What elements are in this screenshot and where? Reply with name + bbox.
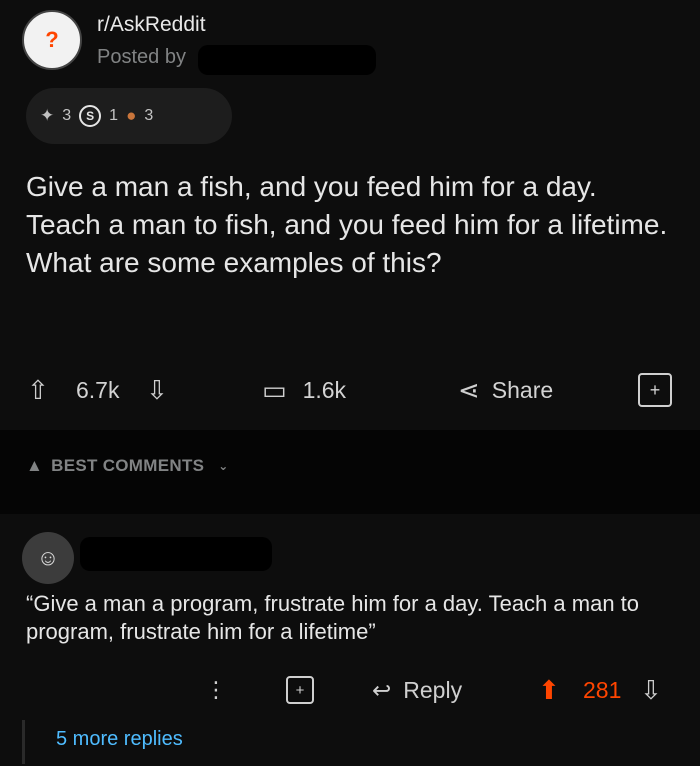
post-actions: ⇧ 6.7k ⇩ ▭ 1.6k ⋖ Share +	[0, 368, 700, 412]
reply-label: Reply	[403, 676, 463, 703]
redacted-username	[198, 45, 376, 75]
share-label: Share	[491, 376, 554, 403]
reply-arrow-icon: ↩	[372, 676, 392, 703]
posted-by-label: Posted by	[97, 46, 186, 68]
downvote-icon[interactable]: ⇩	[640, 668, 662, 712]
awards-bar[interactable]: ✦ 3 S 1 ● 3	[26, 88, 232, 144]
more-options-icon[interactable]: ⋮	[205, 668, 227, 712]
subreddit-avatar[interactable]: ?	[22, 10, 82, 70]
silver-award-icon: ✦	[40, 106, 55, 125]
more-replies-link[interactable]: 5 more replies	[56, 728, 183, 751]
post-card: ? r/AskReddit Posted by ✦ 3 S 1 ● 3 Give…	[0, 0, 700, 430]
chevron-down-icon: ⌄	[218, 459, 229, 473]
commenter-avatar[interactable]: ☺	[22, 532, 74, 584]
question-mark-icon: ?	[45, 27, 59, 52]
post-score: 6.7k	[76, 376, 120, 403]
award-count: 3	[144, 107, 154, 124]
bronze-award-icon: ●	[126, 106, 137, 125]
share-icon: ⋖	[458, 374, 480, 405]
comment-bubble-icon: ▭	[262, 374, 287, 405]
post-title: Give a man a fish, and you feed him for …	[26, 171, 668, 278]
award-count: 3	[62, 107, 72, 124]
rocket-icon: ▲	[26, 456, 44, 475]
sort-dropdown[interactable]: ▲ BEST COMMENTS ⌄	[26, 456, 229, 476]
upvote-icon[interactable]: ⇧	[27, 368, 49, 412]
gift-award-icon[interactable]: +	[638, 373, 672, 407]
redacted-username	[80, 537, 272, 571]
comments-button[interactable]: ▭ 1.6k	[262, 368, 346, 412]
upvote-icon[interactable]: ⬆	[538, 668, 560, 712]
comment-score: 281	[583, 676, 622, 703]
comment-body: “Give a man a program, frustrate him for…	[26, 591, 640, 644]
award-count: 1	[109, 107, 119, 124]
comment-actions: ⋮ + ↩ Reply ⬆ 281 ⇩	[0, 668, 700, 712]
s-award-icon: S	[79, 105, 102, 127]
share-button[interactable]: ⋖ Share	[458, 368, 553, 412]
downvote-icon[interactable]: ⇩	[146, 368, 168, 412]
gift-award-icon[interactable]: +	[286, 676, 314, 704]
sort-label: BEST COMMENTS	[51, 456, 205, 475]
thread-line	[22, 720, 25, 764]
reply-button[interactable]: ↩ Reply	[372, 668, 462, 712]
subreddit-name[interactable]: r/AskReddit	[97, 13, 206, 37]
avatar-icon: ☺	[36, 545, 60, 570]
comment-count: 1.6k	[302, 376, 347, 403]
